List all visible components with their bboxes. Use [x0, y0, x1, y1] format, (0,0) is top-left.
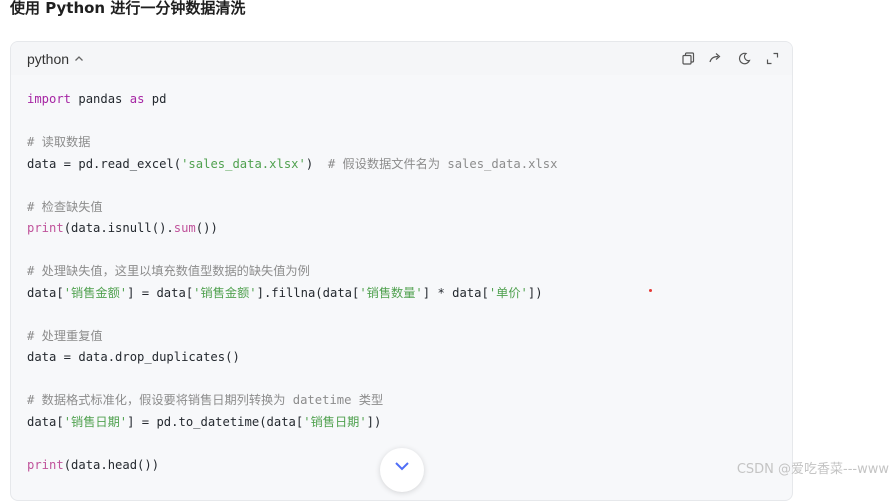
code-line: # 处理重复值 [27, 326, 776, 348]
code-token: print [27, 221, 64, 235]
language-label: python [27, 50, 70, 67]
code-line: data = pd.read_excel('sales_data.xlsx') … [27, 154, 776, 176]
code-line: data = data.drop_duplicates() [27, 347, 776, 369]
code-line: import pandas as pd [27, 89, 776, 111]
code-token: '销售日期' [63, 414, 128, 429]
code-token: '销售金额' [193, 285, 257, 300]
language-toggle[interactable]: python [27, 51, 84, 67]
code-token: ()) [195, 221, 218, 235]
code-header: python [11, 42, 792, 75]
code-token: '单价' [488, 285, 528, 300]
code-token: ].fillna(data[ [256, 285, 360, 300]
red-dot [649, 289, 652, 292]
code-token: data[ [27, 285, 64, 300]
page-title: 使用 Python 进行一分钟数据清洗 [10, 0, 246, 17]
code-token: as [129, 92, 145, 106]
code-token: pd [144, 92, 167, 106]
copy-icon [681, 52, 694, 65]
code-token: # 数据格式标准化，假设要将销售日期列转换为 datetime 类型 [27, 393, 384, 407]
share-icon [709, 53, 721, 63]
code-token: ]) [527, 285, 543, 300]
code-line: # 检查缺失值 [27, 197, 776, 219]
code-content[interactable]: import pandas as pd # 读取数据 data = pd.read… [11, 75, 792, 476]
code-token: ) [305, 156, 328, 171]
code-token: # 处理重复值 [27, 328, 103, 343]
code-token: # 读取数据 [27, 135, 91, 149]
code-token: # 假设数据文件名为 sales_data.xlsx [327, 156, 558, 171]
expand-code-button[interactable] [380, 448, 424, 492]
expand-button[interactable] [764, 51, 780, 67]
code-line: data['销售日期'] = pd.to_datetime(data['销售日期… [27, 412, 776, 434]
code-line: # 读取数据 [27, 132, 776, 154]
code-token: ] = data[ [127, 285, 194, 300]
code-token: '销售日期' [303, 414, 367, 429]
code-token: ]) [366, 414, 382, 429]
code-token: ] = pd.to_datetime(data[ [127, 414, 304, 429]
code-token: data[ [27, 414, 64, 429]
code-token: '销售金额' [63, 285, 128, 300]
code-line: # 数据格式标准化，假设要将销售日期列转换为 datetime 类型 [27, 390, 776, 412]
code-line: # 处理缺失值，这里以填充数值型数据的缺失值为例 [27, 261, 776, 283]
code-token: '销售数量' [359, 285, 423, 300]
code-line: print(data.isnull().sum()) [27, 218, 776, 240]
code-token: # 检查缺失值 [27, 199, 103, 214]
code-token: print [27, 457, 64, 472]
share-button[interactable] [708, 51, 724, 67]
watermark: CSDN @爱吃香菜---www [736, 462, 889, 477]
code-token: sum [173, 221, 196, 235]
code-token: import [27, 92, 72, 106]
code-token: data = pd.read_excel( [27, 156, 182, 171]
code-block: python import pandas as pd # 读取数据 data =… [10, 41, 793, 501]
code-token: (data.isnull(). [63, 221, 174, 235]
code-token: ] * data[ [422, 285, 489, 300]
code-token: data = data.drop_duplicates() [27, 350, 240, 364]
theme-icon [738, 52, 751, 65]
code-token: (data.head()) [63, 457, 160, 472]
theme-button[interactable] [736, 51, 752, 67]
code-token: # 处理缺失值，这里以填充数值型数据的缺失值为例 [27, 264, 310, 278]
code-toolbar [680, 51, 780, 67]
code-token: pandas [71, 92, 130, 106]
code-line: data['销售金额'] = data['销售金额'].fillna(data[… [27, 283, 776, 305]
chevron-down-icon [395, 462, 409, 471]
expand-icon [766, 52, 778, 65]
code-token: 'sales_data.xlsx' [181, 156, 306, 171]
chevron-up-icon [75, 55, 84, 61]
copy-button[interactable] [680, 51, 696, 67]
